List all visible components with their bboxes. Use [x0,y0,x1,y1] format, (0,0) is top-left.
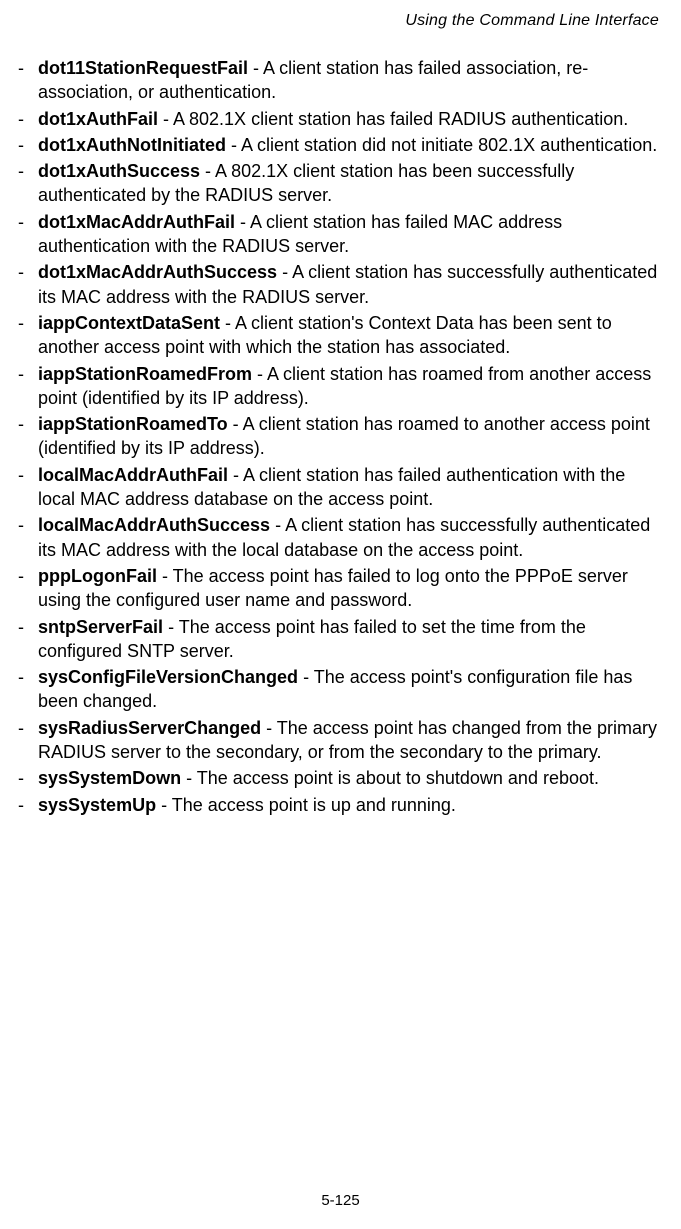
list-item: iappContextDataSent - A client station's… [18,311,663,360]
description: - The access point is up and running. [156,795,456,815]
list-item: dot1xMacAddrAuthFail - A client station … [18,210,663,259]
list-item: iappStationRoamedTo - A client station h… [18,412,663,461]
term: dot1xMacAddrAuthSuccess [38,262,277,282]
list-item: sysSystemDown - The access point is abou… [18,766,663,790]
list-item: dot1xAuthSuccess - A 802.1X client stati… [18,159,663,208]
term: iappStationRoamedTo [38,414,228,434]
definition-list: dot11StationRequestFail - A client stati… [12,56,669,817]
list-item: sysConfigFileVersionChanged - The access… [18,665,663,714]
term: sysSystemUp [38,795,156,815]
description: - A 802.1X client station has failed RAD… [158,109,628,129]
term: pppLogonFail [38,566,157,586]
list-item: iappStationRoamedFrom - A client station… [18,362,663,411]
list-item: localMacAddrAuthSuccess - A client stati… [18,513,663,562]
list-item: sysSystemUp - The access point is up and… [18,793,663,817]
term: sntpServerFail [38,617,163,637]
term: dot1xAuthFail [38,109,158,129]
list-item: dot1xMacAddrAuthSuccess - A client stati… [18,260,663,309]
page: Using the Command Line Interface dot11St… [0,0,681,1229]
page-header: Using the Command Line Interface [12,12,669,56]
term: dot1xAuthSuccess [38,161,200,181]
list-item: dot1xAuthNotInitiated - A client station… [18,133,663,157]
term: sysRadiusServerChanged [38,718,261,738]
list-item: dot1xAuthFail - A 802.1X client station … [18,107,663,131]
list-item: localMacAddrAuthFail - A client station … [18,463,663,512]
page-number: 5-125 [321,1192,359,1209]
term: localMacAddrAuthFail [38,465,228,485]
term: iappContextDataSent [38,313,220,333]
term: dot1xMacAddrAuthFail [38,212,235,232]
description: - The access point is about to shutdown … [181,768,599,788]
list-item: pppLogonFail - The access point has fail… [18,564,663,613]
term: iappStationRoamedFrom [38,364,252,384]
term: dot11StationRequestFail [38,58,248,78]
term: sysSystemDown [38,768,181,788]
description: - A client station did not initiate 802.… [226,135,657,155]
list-item: sntpServerFail - The access point has fa… [18,615,663,664]
term: localMacAddrAuthSuccess [38,515,270,535]
list-item: dot11StationRequestFail - A client stati… [18,56,663,105]
list-item: sysRadiusServerChanged - The access poin… [18,716,663,765]
term: sysConfigFileVersionChanged [38,667,298,687]
term: dot1xAuthNotInitiated [38,135,226,155]
